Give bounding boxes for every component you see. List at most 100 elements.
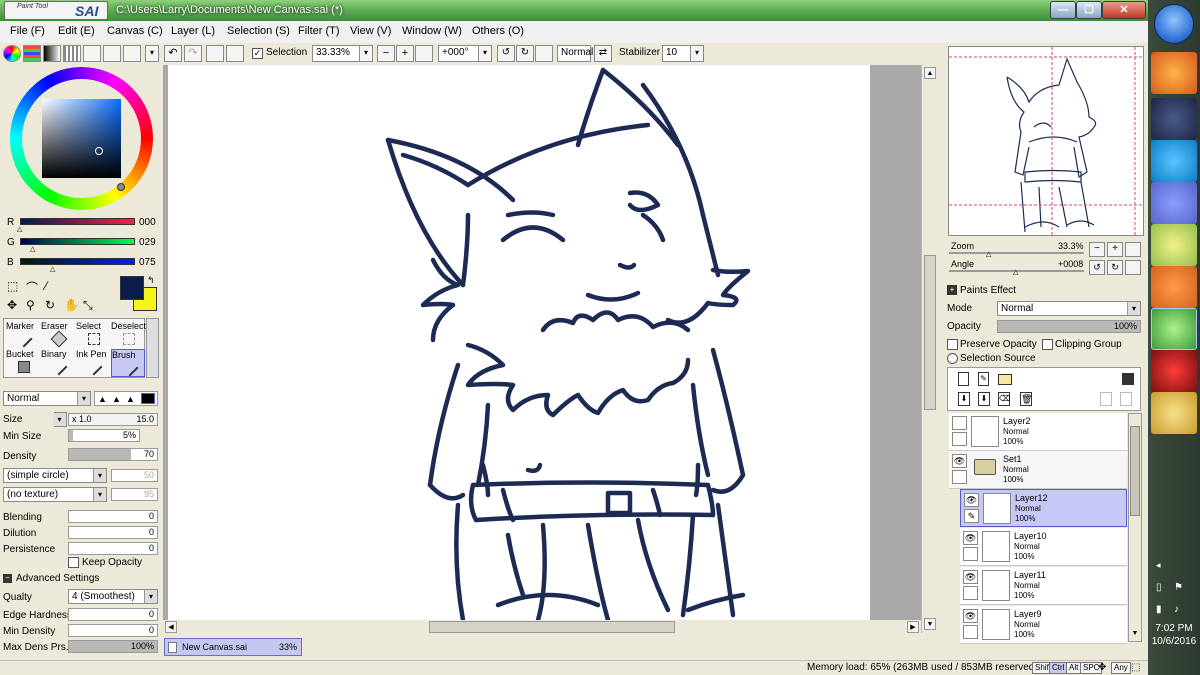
clipping-group-checkbox[interactable]: [1042, 339, 1053, 350]
network-icon[interactable]: ▯: [1156, 582, 1162, 593]
b-slider-handle-icon[interactable]: △: [50, 265, 55, 273]
r-value[interactable]: 000: [139, 217, 156, 228]
tip-shape-4-icon[interactable]: [141, 393, 155, 404]
deselect-icon[interactable]: [206, 45, 224, 62]
tray-expand-icon[interactable]: ◂: [1156, 560, 1161, 571]
density-slider[interactable]: 70: [68, 448, 158, 461]
deselect-tool[interactable]: Deselect: [111, 321, 146, 349]
canvas-area[interactable]: [163, 65, 921, 620]
layer-row[interactable]: 👁 Layer10 Normal 100%: [960, 528, 1127, 566]
dilution-slider[interactable]: 0: [68, 526, 158, 539]
layer-mode-select[interactable]: Normal ▾: [997, 301, 1141, 316]
rect-select-icon[interactable]: ⬚: [7, 279, 18, 293]
layer-opacity-slider[interactable]: 100%: [997, 320, 1141, 333]
eraser-tool[interactable]: Eraser: [41, 321, 75, 349]
brush-texture-slider[interactable]: 95: [111, 488, 158, 501]
size-slider[interactable]: x 1.0 15.0: [68, 413, 158, 426]
visibility-toggle-icon[interactable]: 👁: [963, 531, 978, 545]
collapse-advanced-icon[interactable]: −: [3, 574, 12, 583]
undo-icon[interactable]: ↶: [164, 45, 182, 62]
color-picker-cursor-icon[interactable]: [95, 147, 103, 155]
hue-handle-icon[interactable]: [117, 183, 125, 191]
swatch-toggle-icon[interactable]: [63, 45, 81, 62]
menu-selection[interactable]: Selection (S): [227, 25, 290, 37]
max-dens-prs-slider[interactable]: 100%: [68, 640, 158, 653]
visibility-toggle-icon[interactable]: [952, 416, 967, 430]
menu-others[interactable]: Others (O): [472, 25, 524, 37]
visibility-toggle-icon[interactable]: 👁: [963, 570, 978, 584]
volume-icon[interactable]: ♪: [1174, 604, 1179, 615]
rgb-slider-toggle-icon[interactable]: [23, 45, 41, 62]
tip-shape-2-icon[interactable]: ▲: [112, 394, 121, 404]
zoom-dropdown-icon[interactable]: ▾: [359, 45, 373, 62]
brush-mode-select[interactable]: Normal ▾: [3, 391, 91, 406]
paints-effect-label[interactable]: Paints Effect: [960, 285, 1016, 296]
hand-icon[interactable]: ✋: [64, 298, 79, 312]
title-bar[interactable]: Paint Tool SAI C:\Users\Larry\Documents\…: [0, 0, 1148, 21]
layer-row[interactable]: 👁 Layer11 Normal 100%: [960, 567, 1127, 605]
sticky-notes-icon[interactable]: [1151, 224, 1197, 266]
bucket-tool[interactable]: Bucket: [6, 349, 40, 377]
steam-icon[interactable]: [1151, 98, 1197, 140]
nav-zoom-reset-icon[interactable]: [1125, 242, 1141, 257]
tip-shape-1-icon[interactable]: ▲: [98, 394, 107, 404]
new-layer-icon[interactable]: [958, 372, 969, 386]
nav-rotate-reset-icon[interactable]: [1125, 260, 1141, 275]
vertical-scroll-thumb[interactable]: [924, 255, 936, 410]
palette-toggle-icon[interactable]: [123, 45, 141, 62]
rotate-icon[interactable]: ↻: [45, 298, 55, 312]
garena-icon[interactable]: [1151, 350, 1197, 392]
zoom-out-icon[interactable]: −: [377, 45, 395, 62]
move-icon[interactable]: ✥: [7, 298, 17, 312]
keep-opacity-checkbox[interactable]: [68, 557, 79, 568]
transfer-down-icon[interactable]: ⬇: [958, 392, 970, 406]
ink-pen-tool[interactable]: Ink Pen: [76, 349, 110, 377]
merge-down-icon[interactable]: ⬇: [978, 392, 990, 406]
color-wheel[interactable]: [10, 67, 153, 210]
lasso-icon[interactable]: ⌒: [26, 279, 38, 296]
rotate-right-icon[interactable]: ↻: [516, 45, 534, 62]
g-value[interactable]: 029: [139, 237, 156, 248]
new-linework-layer-icon[interactable]: ✎: [978, 372, 989, 386]
paste-layer-icon[interactable]: [1120, 392, 1132, 406]
zoom-reset-icon[interactable]: [415, 45, 433, 62]
nav-zoom-handle-icon[interactable]: △: [986, 250, 991, 258]
select-tool[interactable]: Select: [76, 321, 110, 349]
layer-list-scrollbar[interactable]: ▼: [1128, 413, 1142, 642]
menu-edit[interactable]: Edit (E): [58, 25, 95, 37]
nav-zoom-slider[interactable]: [949, 252, 1084, 254]
layer-lock-icon[interactable]: [952, 470, 967, 484]
horizontal-scroll-thumb[interactable]: [429, 621, 675, 633]
brush-tool[interactable]: Brush: [111, 349, 145, 377]
scratchpad-toggle-icon[interactable]: [103, 45, 121, 62]
windows-start-icon[interactable]: [1154, 4, 1194, 44]
zoom-field[interactable]: 33.33%: [312, 45, 366, 62]
layer-lock-icon[interactable]: [963, 547, 978, 561]
scroll-down-icon[interactable]: ▼: [924, 618, 936, 630]
paint-brush-icon[interactable]: ✎: [964, 509, 979, 523]
document-tab[interactable]: New Canvas.sai 33%: [164, 638, 302, 656]
nav-zoom-in-icon[interactable]: +: [1107, 242, 1123, 257]
visibility-toggle-icon[interactable]: 👁: [963, 609, 978, 623]
file-explorer-icon[interactable]: [1151, 392, 1197, 434]
scroll-left-icon[interactable]: ◀: [165, 621, 177, 633]
visibility-toggle-icon[interactable]: 👁: [964, 493, 979, 507]
eyedropper-icon[interactable]: ⤡: [83, 298, 93, 313]
angle-dropdown-icon[interactable]: ▾: [478, 45, 492, 62]
scroll-up-icon[interactable]: ▲: [924, 67, 936, 79]
zoom-icon[interactable]: ⚲: [26, 298, 35, 312]
action-center-icon[interactable]: ⚑: [1174, 582, 1183, 593]
taskbar-clock[interactable]: 7:02 PM 10/6/2016: [1148, 622, 1200, 648]
brush-texture-select[interactable]: (no texture) ▾: [3, 487, 107, 502]
edge-hardness-slider[interactable]: 0: [68, 608, 158, 621]
layer-row-selected[interactable]: 👁 ✎ Layer12 Normal 100%: [960, 489, 1127, 527]
layer-row[interactable]: 👁 Layer9 Normal 100%: [960, 606, 1127, 644]
nav-angle-handle-icon[interactable]: △: [1013, 268, 1018, 276]
size-multiplier-dropdown[interactable]: ▾: [53, 412, 67, 427]
drawing-canvas[interactable]: [168, 65, 870, 620]
redo-icon[interactable]: ↷: [184, 45, 202, 62]
zoom-in-icon[interactable]: +: [396, 45, 414, 62]
r-slider[interactable]: [20, 218, 135, 225]
selection-checkbox[interactable]: ✓: [252, 48, 263, 59]
primary-color-swatch[interactable]: [120, 276, 144, 300]
